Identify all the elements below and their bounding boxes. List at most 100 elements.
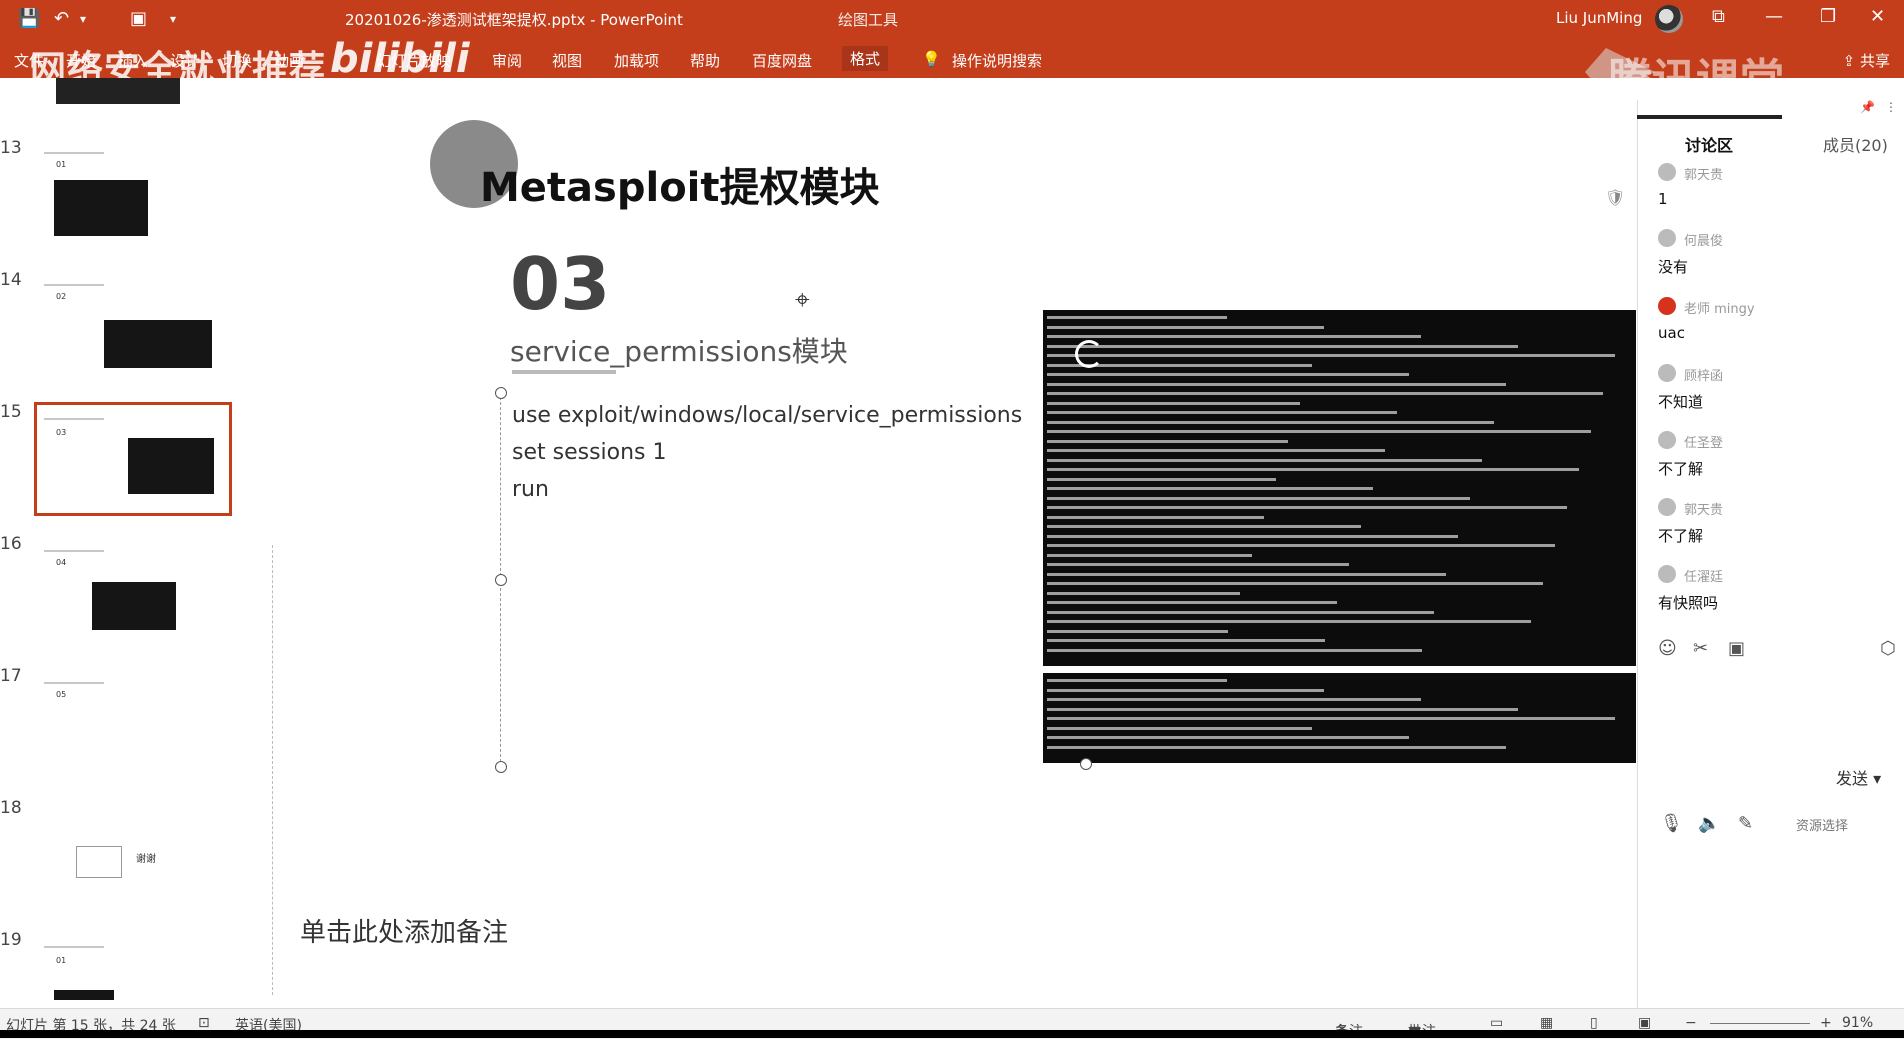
image-icon[interactable]: ▣ (1728, 638, 1745, 659)
share-label: 共享 (1859, 52, 1890, 70)
terminal-text-line (1047, 620, 1531, 623)
tell-me-search[interactable]: 操作说明搜索 (952, 50, 1042, 71)
tab-addins[interactable]: 加载项 (614, 50, 659, 71)
thumbnail-slide-15-selected[interactable]: 03 (34, 402, 232, 516)
save-icon[interactable]: 💾 (18, 8, 40, 29)
terminal-text-line (1047, 698, 1421, 701)
terminal-text-line (1047, 553, 1252, 557)
terminal-text-line (1047, 736, 1409, 739)
message-text: 不了解 (1658, 527, 1704, 545)
terminal-text-line (1047, 344, 1518, 348)
send-button[interactable]: 发送 ▾ (1836, 765, 1881, 789)
title-bar: 💾 ↶ ▾ ▣ ▾ 20201026-渗透测试框架提权.pptx - Power… (0, 0, 1904, 38)
terminal-text-line (1047, 563, 1349, 566)
section-name[interactable]: service_permissions模块 (510, 330, 848, 370)
message-text: 不知道 (1658, 393, 1704, 411)
microphone-icon[interactable]: 🎙 (1660, 813, 1683, 834)
minimize-icon[interactable]: — (1765, 6, 1783, 27)
resize-handle[interactable] (495, 387, 507, 399)
terminal-text-line (1047, 591, 1240, 595)
user-avatar[interactable] (1655, 5, 1683, 33)
message-author: 郭天贵 (1684, 503, 1724, 518)
emoji-icon[interactable]: ☺ (1658, 638, 1677, 659)
mouse-cursor-icon: ⌖ (795, 285, 810, 315)
ribbon-display-options-icon[interactable]: ⧉ (1712, 6, 1725, 27)
terminal-text-line (1047, 610, 1434, 614)
slide-thumbnail-pane[interactable]: 13 01 14 02 15 03 16 04 17 05 18 谢谢 19 0… (0, 78, 290, 1008)
contextual-tool-label: 绘图工具 (838, 11, 899, 29)
avatar (1658, 565, 1676, 583)
source-select[interactable]: 资源选择 (1796, 815, 1848, 834)
message-text: 不了解 (1658, 460, 1704, 478)
terminal-text-line (1047, 411, 1397, 414)
zoom-out-icon[interactable]: − (1685, 1015, 1697, 1031)
more-options-icon[interactable]: ⋮ (1885, 100, 1897, 114)
terminal-screenshot-image[interactable] (1043, 310, 1636, 666)
terminal-sessions-screenshot-image[interactable] (1043, 673, 1636, 763)
undo-dropdown-icon[interactable]: ▾ (80, 12, 86, 26)
rotate-handle-icon[interactable] (1075, 340, 1103, 368)
terminal-text-line (1047, 679, 1227, 682)
customize-toolbar-icon[interactable]: ▾ (170, 12, 176, 26)
slide-title[interactable]: Metasploit提权模块 (480, 155, 880, 213)
tab-baidu-netdisk[interactable]: 百度网盘 (752, 50, 812, 71)
zoom-in-icon[interactable]: + (1820, 1015, 1832, 1031)
code-line[interactable]: set sessions 1 (512, 440, 667, 465)
thumbnail-label: 03 (56, 428, 67, 437)
reading-view-icon[interactable]: ▯ (1590, 1015, 1598, 1031)
thumbnail-slide-13[interactable]: 01 (36, 138, 230, 246)
user-name[interactable]: Liu JunMing (1556, 9, 1642, 27)
slideshow-from-start-icon[interactable]: ▣ (130, 8, 147, 29)
avatar (1658, 163, 1676, 181)
code-line[interactable]: run (512, 477, 549, 502)
avatar (1658, 498, 1676, 516)
slideshow-view-icon[interactable]: ▣ (1638, 1015, 1651, 1031)
thumbnail-slide-14[interactable]: 02 (36, 270, 230, 378)
tab-members[interactable]: 成员(20) (1823, 132, 1888, 156)
thumbnail-label: 谢谢 (136, 854, 156, 865)
terminal-text-line (1047, 544, 1555, 547)
normal-view-icon[interactable]: ▭ (1490, 1015, 1503, 1031)
avatar (1658, 297, 1676, 315)
spell-check-icon[interactable]: ⊡ (198, 1015, 210, 1031)
settings-icon[interactable]: ⬡ (1880, 638, 1896, 659)
code-line[interactable]: use exploit/windows/local/service_permis… (512, 403, 1022, 428)
notes-placeholder[interactable]: 单击此处添加备注 (300, 912, 508, 949)
share-icon: ⇪ (1842, 52, 1860, 70)
scissors-icon[interactable]: ✂ (1693, 638, 1708, 659)
message-text: 有快照吗 (1658, 594, 1719, 612)
thumbnail-label: 01 (56, 956, 67, 965)
tab-review[interactable]: 审阅 (492, 50, 522, 71)
resize-handle[interactable] (495, 761, 507, 773)
tab-help[interactable]: 帮助 (690, 50, 720, 71)
pin-icon[interactable]: 📌 (1860, 100, 1875, 114)
pen-icon[interactable]: ✎ (1738, 813, 1753, 834)
close-icon[interactable]: ✕ (1870, 6, 1885, 27)
thumbnail-divider (272, 545, 274, 995)
zoom-slider[interactable] (1710, 1023, 1810, 1024)
thumbnail-slide-19[interactable]: 01 (36, 932, 230, 1002)
speaker-icon[interactable]: 🔈 (1698, 813, 1720, 834)
thumbnail-slide-16[interactable]: 04 (36, 536, 230, 644)
share-button[interactable]: ⇪ 共享 (1843, 50, 1890, 71)
slide-sorter-icon[interactable]: ▦ (1540, 1015, 1553, 1031)
thumbnail-slide-17[interactable]: 05 (36, 668, 230, 776)
message-text: 1 (1658, 190, 1668, 208)
terminal-text-line (1047, 639, 1325, 642)
tab-format[interactable]: 格式 (842, 46, 889, 71)
thumbnail-12-partial[interactable] (56, 78, 180, 104)
terminal-text-line (1047, 629, 1228, 633)
restore-icon[interactable]: ❐ (1820, 6, 1836, 27)
section-number[interactable]: 03 (510, 242, 610, 326)
zoom-level[interactable]: 91% (1842, 1015, 1873, 1031)
undo-icon[interactable]: ↶ (54, 8, 69, 29)
tab-discussion[interactable]: 讨论区 (1685, 132, 1733, 156)
resize-handle[interactable] (495, 574, 507, 586)
terminal-text-line (1047, 439, 1288, 443)
terminal-text-line (1047, 354, 1615, 357)
resize-handle[interactable] (1080, 758, 1092, 770)
bottom-black-strip (0, 1030, 1904, 1038)
tab-view[interactable]: 视图 (552, 50, 582, 71)
terminal-text-line (1047, 496, 1470, 500)
thumbnail-slide-18[interactable]: 谢谢 (36, 800, 230, 908)
